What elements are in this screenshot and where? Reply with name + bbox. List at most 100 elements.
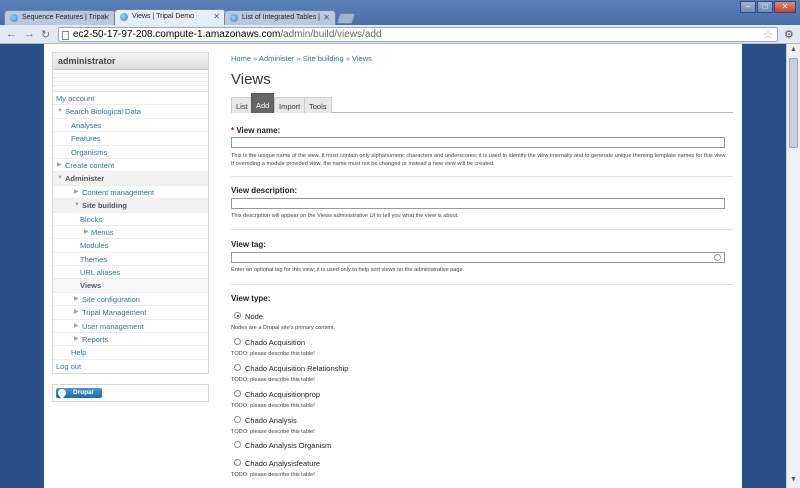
user-navigation-block: administrator My account ▼ Search Biologi…: [52, 52, 209, 375]
sidebar-item-administer[interactable]: ▼ Administer: [53, 172, 208, 186]
sidebar-item-menus[interactable]: ▶ Menus: [53, 226, 208, 240]
field-divider: [231, 229, 733, 230]
drupal-badge[interactable]: Drupal: [56, 387, 102, 399]
sidebar-item-blocks[interactable]: Blocks: [53, 213, 208, 226]
sidebar-item-label: Tripal Management: [82, 308, 147, 318]
sidebar-item-help[interactable]: Help: [53, 346, 208, 360]
tab-import[interactable]: Import: [274, 97, 306, 113]
sidebar-item-label: Site configuration: [82, 294, 140, 304]
sidebar-item-modules[interactable]: Modules: [53, 239, 208, 253]
drupal-drop-icon: [56, 387, 68, 399]
breadcrumb-home[interactable]: Home: [231, 54, 251, 63]
browser-tab-views[interactable]: Views | Tripal Demo ✕: [114, 9, 226, 26]
collapsed-arrow-icon: ▶: [74, 322, 79, 329]
bookmark-star-icon[interactable]: ☆: [763, 28, 773, 41]
scrollbar-thumb[interactable]: [789, 58, 798, 148]
sidebar-item-search-biological-data[interactable]: ▼ Search Biological Data: [53, 105, 208, 119]
browser-window-chrome: Sequence Features | Tripal ✕ Views | Tri…: [0, 0, 800, 44]
sidebar-item-user-management[interactable]: ▶ User management: [53, 320, 208, 334]
view-type-label-node: Node: [245, 312, 263, 321]
back-arrow-icon[interactable]: ←: [6, 28, 17, 40]
sidebar-item-create-content[interactable]: ▶ Create content: [53, 159, 208, 173]
browser-tab-integrated-tables[interactable]: List of Integrated Tables | ✕: [224, 10, 336, 26]
required-marker: *: [231, 126, 235, 135]
vertical-scrollbar[interactable]: ▲ ▼: [786, 44, 800, 488]
minimize-button[interactable]: –: [740, 1, 756, 13]
tab-add[interactable]: Add: [251, 93, 275, 113]
sidebar-item-label: Create content: [65, 160, 115, 170]
breadcrumb-views[interactable]: Views: [352, 54, 372, 63]
wrench-menu-icon[interactable]: ⚙: [784, 28, 794, 41]
scroll-down-arrow-icon[interactable]: ▼: [790, 476, 797, 483]
sidebar-item-label: Reports: [82, 335, 109, 345]
local-tabs: List Add Import Tools: [231, 93, 733, 113]
drupal-favicon-icon: [230, 14, 238, 22]
view-description-input[interactable]: [231, 198, 725, 209]
browser-tab-title: Sequence Features | Tripal: [22, 14, 106, 21]
view-type-label-chado-acquisition: Chado Acquisition: [245, 338, 306, 347]
sidebar-item-tripal-management[interactable]: ▶ Tripal Management: [53, 306, 208, 320]
new-tab-button[interactable]: [336, 13, 356, 24]
sidebar-item-label: Administer: [65, 174, 105, 184]
view-type-radio-node[interactable]: [234, 312, 241, 319]
view-type-radio-chado-acquisition[interactable]: [234, 338, 241, 345]
view-type-radio-chado-acquisitionprop[interactable]: [234, 390, 241, 397]
maximize-button[interactable]: □: [757, 1, 773, 13]
view-type-label-chado-analysis-organism: Chado Analysis Organism: [245, 441, 332, 450]
sidebar-item-content-management[interactable]: ▶ Content management: [53, 186, 208, 200]
view-tag-input[interactable]: [231, 252, 725, 263]
sidebar-item-site-configuration[interactable]: ▶ Site configuration: [53, 293, 208, 307]
sidebar-item-themes[interactable]: Themes: [53, 253, 208, 267]
powered-by-block: Drupal: [52, 384, 209, 403]
view-type-desc-chado-analysisfeature: TODO: please describe this table!: [231, 472, 315, 478]
collapsed-arrow-icon: ▶: [74, 336, 79, 343]
sidebar-item-label: Search Biological Data: [65, 107, 141, 117]
sidebar-item-reports[interactable]: ▶ Reports: [53, 333, 208, 347]
sidebar-item-analyses[interactable]: Analyses: [53, 119, 208, 133]
address-bar[interactable]: ec2-50-17-97-208.compute-1.amazonaws.com…: [58, 27, 778, 42]
close-tab-icon[interactable]: ✕: [323, 13, 330, 22]
view-type-desc-chado-acquisitionprop: TODO: please describe this table!: [231, 403, 315, 409]
page-icon: [62, 31, 69, 40]
sidebar-divider: [53, 70, 208, 92]
sidebar-item-my-account[interactable]: My account: [53, 92, 208, 106]
sidebar-item-url-aliases[interactable]: URL aliases: [53, 266, 208, 280]
view-name-label-text: View name:: [236, 126, 281, 135]
sidebar-item-features[interactable]: Features: [53, 132, 208, 146]
sidebar-item-log-out[interactable]: Log out: [53, 360, 208, 373]
tab-tools[interactable]: Tools: [304, 97, 332, 113]
scroll-up-arrow-icon[interactable]: ▲: [790, 46, 797, 53]
browser-tab-sequence-features[interactable]: Sequence Features | Tripal ✕: [4, 10, 116, 26]
reload-icon[interactable]: ↻: [41, 28, 50, 41]
forward-arrow-icon[interactable]: →: [24, 28, 35, 40]
url-path: /admin/build/views/add: [280, 29, 382, 40]
sidebar-block-title: administrator: [53, 53, 208, 70]
sidebar-item-organisms[interactable]: Organisms: [53, 146, 208, 159]
sidebar-item-views[interactable]: Views: [53, 279, 208, 293]
view-type-label: View type:: [231, 294, 271, 303]
close-window-button[interactable]: ✕: [774, 1, 796, 13]
breadcrumb-separator: »: [296, 54, 301, 63]
view-type-label-chado-acquisitionprop: Chado Acquisitionprop: [245, 390, 321, 399]
address-bar-url: ec2-50-17-97-208.compute-1.amazonaws.com…: [73, 29, 382, 40]
view-tag-help: Enter an optional tag for this view; it …: [231, 267, 465, 273]
breadcrumb-site-building[interactable]: Site building: [303, 54, 344, 63]
breadcrumb-administer[interactable]: Administer: [259, 54, 294, 63]
collapsed-arrow-icon: ▶: [74, 309, 79, 316]
tab-list[interactable]: List: [231, 97, 253, 113]
collapsed-arrow-icon: ▶: [74, 295, 79, 302]
close-tab-icon[interactable]: ✕: [103, 13, 110, 22]
view-name-input[interactable]: [231, 137, 725, 148]
sidebar-item-label: User management: [82, 321, 144, 331]
sidebar-item-site-building[interactable]: ▼ Site building: [53, 199, 208, 213]
field-divider: [231, 176, 733, 177]
drupal-favicon-icon: [120, 13, 128, 21]
view-type-radio-chado-analysisfeature[interactable]: [234, 459, 241, 466]
view-type-radio-chado-acquisition-relationship[interactable]: [234, 364, 241, 371]
close-tab-icon[interactable]: ✕: [213, 12, 220, 21]
view-name-label: * View name:: [231, 126, 280, 135]
view-type-radio-chado-analysis[interactable]: [234, 416, 241, 423]
view-type-radio-chado-analysis-organism[interactable]: [234, 441, 241, 448]
view-type-label-chado-analysisfeature: Chado Analysisfeature: [245, 459, 321, 468]
view-name-help: This is the unique name of the view. It …: [231, 153, 727, 167]
